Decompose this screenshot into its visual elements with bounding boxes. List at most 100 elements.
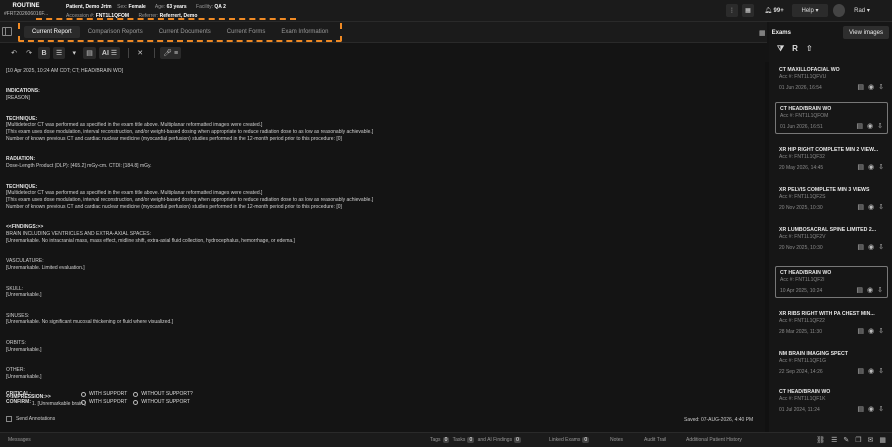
notes-link[interactable]: Notes [610, 437, 623, 443]
download-icon[interactable]: ⇩ [878, 163, 884, 171]
tags-link[interactable]: Tags 0 Tasks 0 and AI Findings 0 [430, 437, 523, 443]
patient-history-link[interactable]: Additional Patient History [686, 437, 742, 443]
audit-trail-link[interactable]: Audit Trail [644, 437, 666, 443]
download-icon[interactable]: ⇩ [878, 83, 884, 91]
tab-exam-information[interactable]: Exam Information [273, 26, 336, 38]
exam-accession: Acc #: FNT1L1QF2I [780, 277, 825, 283]
tab-current-report[interactable]: Current Report [24, 25, 80, 38]
document-icon[interactable]: ▤ [856, 122, 863, 130]
option-label: WITHOUT SUPPORT? [141, 391, 193, 397]
upload-icon[interactable]: ⇧ [806, 44, 813, 54]
eye-icon[interactable]: ◉ [868, 243, 874, 251]
mute-microphone-icon[interactable]: ✕ [134, 47, 146, 59]
tags-count: 0 [442, 437, 450, 443]
link-icon[interactable]: ⛓︎ [816, 436, 825, 444]
confirm-without-support-option[interactable]: WITHOUT SUPPORT [133, 399, 190, 405]
confirm-with-support-option[interactable]: WITH SUPPORT [81, 399, 127, 405]
editor-toolbar: ↶ ↷ B ☰ ▾ ▤ AI ☰ ✕ 🎤︎ ≡ [0, 44, 767, 62]
eye-icon[interactable]: ◉ [867, 286, 873, 294]
grid-icon[interactable]: ▦ [879, 436, 886, 444]
calendar-icon[interactable]: ▦ [742, 4, 754, 17]
eye-icon[interactable]: ◉ [868, 83, 874, 91]
chevron-down-icon[interactable]: ▾ [68, 47, 80, 59]
messages-link[interactable]: Messages [8, 437, 31, 443]
document-icon[interactable]: ▤ [857, 83, 864, 91]
accession-id: #FRT202606016F... [4, 11, 48, 17]
document-icon[interactable]: ▤ [857, 405, 864, 413]
notifications-button[interactable]: 🔔︎ 99+ [758, 4, 790, 17]
exam-title: XR PELVIS COMPLETE MIN 3 VIEWS [779, 187, 870, 193]
eye-icon[interactable]: ◉ [868, 203, 874, 211]
download-icon[interactable]: ⇩ [878, 203, 884, 211]
table-icon[interactable]: ▤ [83, 47, 96, 59]
vasculature-heading: VASCULATURE: [6, 258, 44, 265]
radio-icon [133, 391, 139, 397]
document-icon[interactable]: ▤ [857, 243, 864, 251]
eye-icon[interactable]: ◉ [867, 122, 873, 130]
indications-text: [REASON] [6, 95, 30, 102]
sidebar-toggle-icon[interactable] [2, 27, 12, 36]
exam-title: XR HIP RIGHT COMPLETE MIN 2 VIEW... [779, 147, 879, 153]
document-icon[interactable]: ▤ [857, 327, 864, 335]
tab-comparison-reports[interactable]: Comparison Reports [80, 26, 151, 38]
eye-icon[interactable]: ◉ [868, 367, 874, 375]
bold-icon[interactable]: B [38, 47, 50, 59]
download-icon[interactable]: ⇩ [877, 122, 883, 130]
exam-card[interactable]: CT HEAD/BRAIN WO Acc #: FNT1L1QFOM 01 Jun … [775, 102, 888, 134]
indications-heading: INDICATIONS: [6, 88, 40, 95]
report-editor[interactable]: [10 Apr 2025, 10:24 AM CDT; CT; HEAD/BRA… [0, 64, 767, 407]
linked-exams-link[interactable]: Linked Exams 0 [549, 437, 591, 443]
list-icon[interactable]: ☰ [53, 47, 66, 59]
edit-icon[interactable]: ✎ [843, 436, 849, 444]
download-icon[interactable]: ⇩ [877, 286, 883, 294]
download-icon[interactable]: ⇩ [878, 405, 884, 413]
exam-card[interactable]: CT MAXILLOFACIAL WO Acc #: FNT1L1QFVU 01 J… [775, 64, 888, 94]
document-icon[interactable]: ▤ [856, 286, 863, 294]
exam-card[interactable]: XR LUMBOSACRAL SPINE LIMITED 2... Acc #: … [775, 224, 888, 254]
exam-card[interactable]: XR HIP RIGHT COMPLETE MIN 2 VIEW... Acc #… [775, 144, 888, 174]
document-icon[interactable]: ▤ [857, 163, 864, 171]
report-r-icon[interactable]: R [792, 44, 798, 54]
filter-icon[interactable]: ⧩ [777, 44, 784, 54]
eye-icon[interactable]: ◉ [868, 163, 874, 171]
exam-card[interactable]: XR RIBS RIGHT WITH PA CHEST MIN... Acc #:… [775, 308, 888, 338]
eye-icon[interactable]: ◉ [868, 327, 874, 335]
avatar[interactable] [833, 4, 845, 17]
tab-current-forms[interactable]: Current Forms [219, 26, 274, 38]
user-menu[interactable]: Rad ▾ [848, 4, 876, 17]
copy-icon[interactable]: ❐ [855, 436, 861, 444]
skull-heading: SKULL: [6, 285, 24, 292]
view-images-button[interactable]: View images [843, 26, 889, 39]
exam-card[interactable]: XR PELVIS COMPLETE MIN 3 VIEWS Acc #: FNT… [775, 184, 888, 214]
tab-current-documents[interactable]: Current Documents [151, 26, 219, 38]
chat-icon[interactable]: ✉ [868, 436, 874, 444]
toolbar-divider [154, 48, 156, 58]
download-icon[interactable]: ⇩ [878, 367, 884, 375]
undo-icon[interactable]: ↶ [8, 47, 20, 59]
eye-icon[interactable]: ◉ [868, 405, 874, 413]
age-value: 63 years [166, 4, 187, 10]
list-icon[interactable]: ☰ [831, 436, 837, 444]
exam-card[interactable]: CT HEAD/BRAIN WO Acc #: FNT1L1QF1K 01 Jul … [775, 386, 888, 416]
sex-value: Female [128, 4, 146, 10]
exam-card[interactable]: CT HEAD/BRAIN WO Acc #: FNT1L1QF2I 10 Apr … [775, 266, 888, 298]
menu-icon[interactable]: ⋮ [726, 4, 738, 17]
tags-label: Tags [430, 437, 441, 443]
linked-exams-count: 0 [582, 437, 590, 443]
document-icon[interactable]: ▤ [857, 367, 864, 375]
ai-button[interactable]: AI ☰ [98, 47, 121, 59]
critical-with-support-option[interactable]: WITH SUPPORT [81, 391, 127, 397]
download-icon[interactable]: ⇩ [878, 327, 884, 335]
help-button[interactable]: Help ▾ [792, 4, 828, 17]
saved-status: Saved: 07-AUG-2026, 4:40 PM [684, 417, 754, 423]
microphone-icon[interactable]: 🎤︎ ≡ [160, 47, 182, 59]
send-annotations-checkbox[interactable]: Send Annotations [6, 416, 55, 422]
document-icon[interactable]: ▤ [857, 203, 864, 211]
critical-without-support-option[interactable]: WITHOUT SUPPORT? [133, 391, 193, 397]
sinuses-heading: SINUSES: [6, 312, 30, 319]
redo-icon[interactable]: ↷ [23, 47, 35, 59]
exam-card[interactable]: NM BRAIN IMAGING SPECT Acc #: FNT1L1QF1G 2… [775, 348, 888, 378]
exams-grid-icon[interactable]: ▦ [759, 29, 766, 37]
download-icon[interactable]: ⇩ [878, 243, 884, 251]
